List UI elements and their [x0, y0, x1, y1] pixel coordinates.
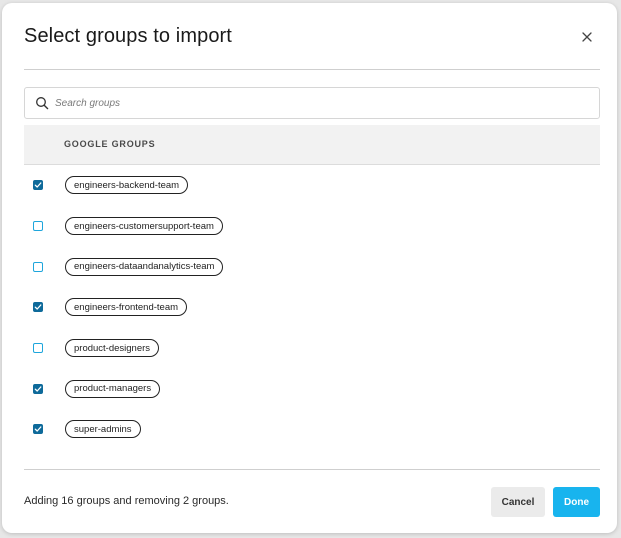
row-checkbox[interactable] — [33, 302, 43, 313]
table-row: super-admins — [24, 409, 600, 450]
footer-divider — [24, 469, 600, 470]
header-divider — [24, 69, 600, 70]
row-checkbox[interactable] — [33, 383, 43, 394]
group-list: engineers-backend-team engineers-custome… — [24, 165, 600, 450]
table-row: engineers-backend-team — [24, 165, 600, 206]
group-chip: super-admins — [65, 420, 141, 439]
cancel-button[interactable]: Cancel — [491, 487, 545, 517]
done-button[interactable]: Done — [553, 487, 600, 517]
table-row: product-designers — [24, 328, 600, 369]
table-row: product-managers — [24, 368, 600, 409]
checkmark-icon — [34, 304, 42, 311]
group-chip: engineers-frontend-team — [65, 298, 188, 317]
table-row: engineers-dataandanalytics-team — [24, 246, 600, 287]
group-chip: engineers-dataandanalytics-team — [65, 257, 224, 276]
checkmark-icon — [34, 426, 42, 433]
search-input[interactable] — [55, 90, 599, 116]
column-header-google-groups: GOOGLE GROUPS — [64, 139, 156, 149]
close-button[interactable] — [575, 27, 599, 51]
import-groups-dialog: Select groups to import GOOGLE GROUPS en… — [2, 3, 617, 533]
row-checkbox[interactable] — [33, 180, 43, 191]
search-icon — [35, 96, 49, 110]
search-box[interactable] — [24, 87, 600, 119]
row-checkbox[interactable] — [33, 424, 43, 435]
dialog-title: Select groups to import — [24, 25, 232, 47]
group-chip: product-managers — [65, 379, 161, 398]
import-summary: Adding 16 groups and removing 2 groups. — [24, 495, 229, 507]
close-icon — [581, 30, 593, 48]
group-chip: engineers-customersupport-team — [65, 217, 223, 236]
row-checkbox[interactable] — [33, 343, 43, 354]
table-row: engineers-customersupport-team — [24, 206, 600, 247]
group-chip: product-designers — [65, 339, 160, 358]
row-checkbox[interactable] — [33, 221, 43, 232]
table-row: engineers-frontend-team — [24, 287, 600, 328]
group-chip: engineers-backend-team — [65, 176, 189, 195]
table-header: GOOGLE GROUPS — [24, 125, 600, 165]
checkmark-icon — [34, 182, 42, 188]
row-checkbox[interactable] — [33, 261, 43, 272]
checkmark-icon — [34, 386, 42, 392]
